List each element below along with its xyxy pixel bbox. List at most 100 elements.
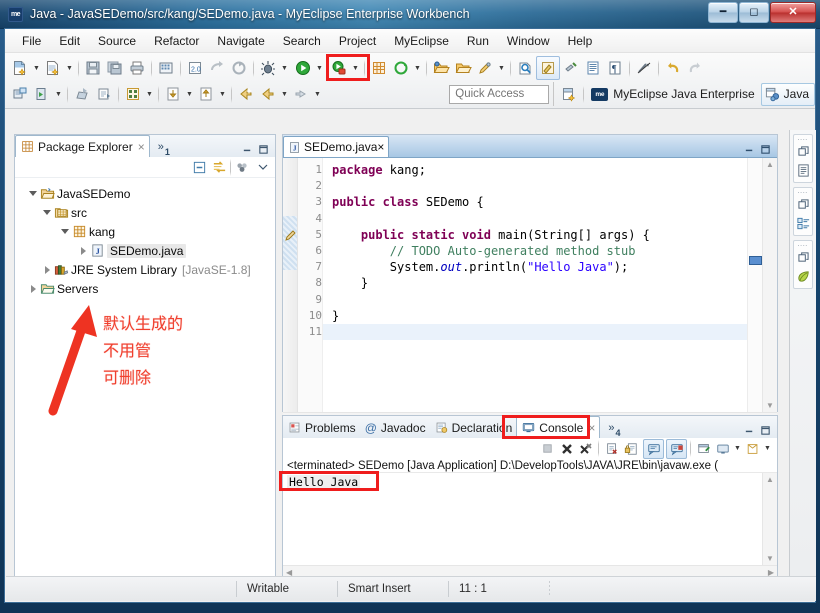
package-explorer-small-icon[interactable]: [794, 214, 812, 232]
package-explorer-tab-overflow[interactable]: » 1: [150, 136, 174, 158]
refresh-dropdown[interactable]: ▼: [412, 57, 423, 79]
database-explorer-dropdown[interactable]: ▼: [144, 83, 155, 105]
quick-access-input[interactable]: [449, 84, 550, 104]
overview-marker[interactable]: [749, 256, 762, 265]
tab-declaration[interactable]: Declaration: [430, 417, 517, 438]
scroll-lock-button[interactable]: [621, 440, 640, 458]
console-output-area[interactable]: Hello Java: [279, 471, 762, 565]
close-button[interactable]: ✕: [770, 2, 816, 23]
tree-item-jre-system-library[interactable]: JRE System Library [JavaSE-1.8]: [21, 260, 275, 279]
menu-run[interactable]: Run: [458, 31, 498, 51]
editor-annotation-ruler[interactable]: [283, 158, 298, 412]
close-icon[interactable]: ×: [588, 421, 595, 435]
save-all-button[interactable]: [104, 57, 126, 79]
edit-marker-dropdown[interactable]: ▼: [496, 57, 507, 79]
scroll-down-arrow-icon[interactable]: ▼: [766, 554, 774, 563]
open-perspective-switch-button[interactable]: [558, 83, 580, 105]
minimize-button[interactable]: ━: [708, 2, 738, 23]
open-folder-button[interactable]: [452, 57, 474, 79]
restore-icon[interactable]: [794, 195, 812, 213]
redo-button[interactable]: [684, 57, 706, 79]
editor-vertical-scrollbar[interactable]: ▲ ▼: [762, 158, 777, 412]
bottom-panel-tab-overflow[interactable]: » 4: [600, 417, 624, 439]
tree-item-javasedemo[interactable]: JavaSEDemo: [21, 184, 275, 203]
pin-console-button[interactable]: [694, 440, 713, 458]
drag-grip[interactable]: [794, 243, 812, 247]
print-button[interactable]: [126, 57, 148, 79]
next-annotation-button[interactable]: [290, 83, 312, 105]
new-java-class-button[interactable]: [42, 57, 64, 79]
show-console-on-error-button[interactable]: [666, 438, 687, 459]
run-button[interactable]: [292, 57, 314, 79]
debug-button[interactable]: [257, 57, 279, 79]
tab-problems[interactable]: Problems: [283, 417, 360, 438]
previous-annotation-dropdown[interactable]: ▼: [279, 83, 290, 105]
close-icon[interactable]: ×: [138, 140, 145, 154]
remove-all-terminated-button[interactable]: [576, 440, 595, 458]
new-wizard-button[interactable]: [9, 57, 31, 79]
show-console-on-output-button[interactable]: [643, 438, 664, 459]
scroll-up-arrow-icon[interactable]: ▲: [766, 475, 774, 484]
deploy-button[interactable]: [71, 83, 93, 105]
previous-annotation-button[interactable]: [257, 83, 279, 105]
restore-icon[interactable]: [794, 142, 812, 160]
next-annotation-dropdown[interactable]: ▼: [312, 83, 323, 105]
export-button[interactable]: [93, 83, 115, 105]
display-selected-console-dropdown[interactable]: ▼: [732, 438, 743, 460]
maximize-view-button[interactable]: [255, 141, 271, 157]
run-server-button[interactable]: [31, 83, 53, 105]
pilcrow-button[interactable]: ¶: [604, 57, 626, 79]
minimize-view-button[interactable]: [239, 141, 255, 157]
menu-source[interactable]: Source: [89, 31, 145, 51]
terminate-button[interactable]: [538, 440, 557, 458]
build-all-button[interactable]: 2.0: [184, 57, 206, 79]
editor-overview-ruler[interactable]: [747, 158, 762, 412]
back-nav-button[interactable]: [235, 83, 257, 105]
twisty-open-icon[interactable]: [41, 210, 53, 215]
restore-icon[interactable]: [794, 248, 812, 266]
new-java-project-button[interactable]: [9, 83, 31, 105]
open-type-button[interactable]: [155, 57, 177, 79]
menu-myeclipse[interactable]: MyEclipse: [385, 31, 458, 51]
search-button[interactable]: [514, 57, 536, 79]
myeclipse-leaf-icon[interactable]: [794, 267, 812, 285]
edit-marker-button[interactable]: [474, 57, 496, 79]
display-selected-console-button[interactable]: [713, 440, 732, 458]
run-dropdown[interactable]: ▼: [314, 57, 325, 79]
debug-dropdown[interactable]: ▼: [279, 57, 290, 79]
menu-project[interactable]: Project: [330, 31, 385, 51]
view-menu-button[interactable]: [255, 159, 271, 175]
twisty-open-icon[interactable]: [27, 191, 39, 196]
drag-grip[interactable]: [794, 137, 812, 141]
tab-sedemo-java[interactable]: J SEDemo.java ×: [283, 136, 390, 157]
database-explorer-button[interactable]: [122, 83, 144, 105]
undo-button[interactable]: [662, 57, 684, 79]
open-perspective-button[interactable]: [430, 57, 452, 79]
twisty-closed-icon[interactable]: [77, 246, 89, 255]
status-resize-grip[interactable]: [549, 581, 550, 597]
tree-item-servers[interactable]: Servers: [21, 279, 275, 298]
menu-edit[interactable]: Edit: [50, 31, 89, 51]
tab-console[interactable]: Console ×: [516, 416, 601, 438]
step-over-button[interactable]: [195, 83, 217, 105]
save-button[interactable]: [82, 57, 104, 79]
perspective-myeclipse-java-enterprise[interactable]: me MyEclipse Java Enterprise: [587, 83, 760, 106]
collapse-all-button[interactable]: [191, 159, 207, 175]
step-into-dropdown[interactable]: ▼: [184, 83, 195, 105]
twisty-open-icon[interactable]: [59, 229, 71, 234]
link-editor-button[interactable]: [560, 57, 582, 79]
remove-launch-button[interactable]: [557, 440, 576, 458]
menu-navigate[interactable]: Navigate: [208, 31, 273, 51]
maximize-button[interactable]: ◻: [739, 2, 769, 23]
refresh-button[interactable]: [390, 57, 412, 79]
skip-breakpoints-button[interactable]: [633, 57, 655, 79]
menu-file[interactable]: File: [13, 31, 50, 51]
console-vertical-scrollbar[interactable]: ▲ ▼: [762, 473, 777, 565]
clear-console-button[interactable]: [602, 440, 621, 458]
toggle-mark-occurrences-button[interactable]: [536, 56, 560, 80]
run-server-dropdown[interactable]: ▼: [53, 83, 64, 105]
step-into-button[interactable]: [162, 83, 184, 105]
link-with-editor-button[interactable]: [211, 159, 227, 175]
minimize-editor-button[interactable]: [741, 141, 757, 157]
tree-item-kang[interactable]: kang: [21, 222, 275, 241]
